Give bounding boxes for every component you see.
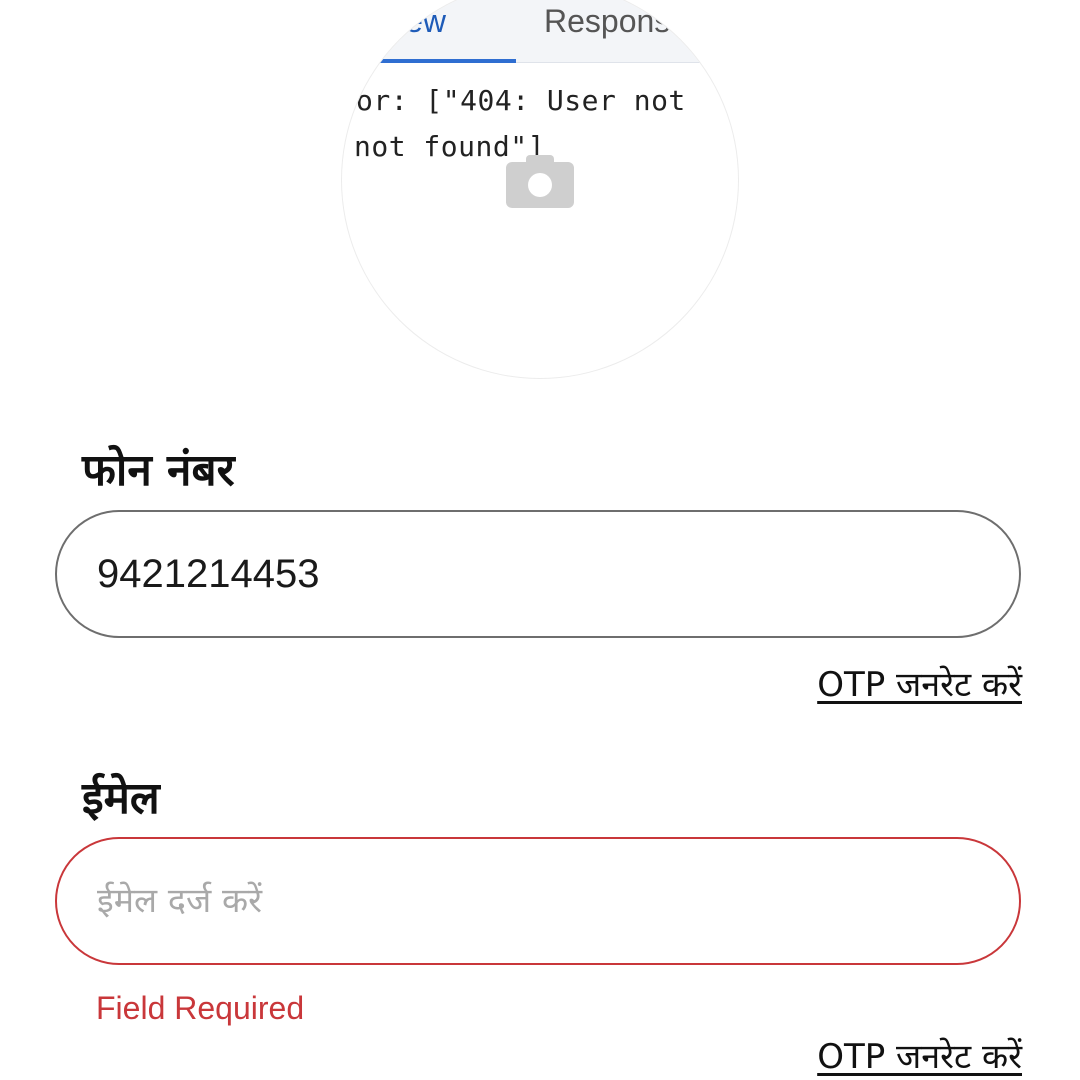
email-label: ईमेल <box>82 773 160 824</box>
email-error-message: Field Required <box>96 990 305 1026</box>
screenshot-code-line: or: ["404: User not <box>356 84 686 117</box>
profile-photo[interactable]: view Respons or: ["404: User not not fou… <box>342 0 738 378</box>
screenshot-tab-indicator <box>376 59 516 63</box>
profile-form-screen: view Respons or: ["404: User not not fou… <box>0 0 1080 1080</box>
generate-otp-email-link[interactable]: OTP जनरेट करें <box>817 1032 1022 1078</box>
phone-input[interactable] <box>97 512 977 636</box>
screenshot-code-line: not found"] <box>354 130 545 163</box>
screenshot-tab-response: Respons <box>544 3 671 39</box>
camera-icon[interactable] <box>506 155 574 208</box>
screenshot-tab-preview: view <box>382 3 447 39</box>
phone-label: फोन नंबर <box>82 445 235 496</box>
phone-field[interactable] <box>55 510 1021 638</box>
email-field[interactable] <box>55 837 1021 965</box>
email-input[interactable] <box>97 839 977 963</box>
generate-otp-phone-link[interactable]: OTP जनरेट करें <box>817 660 1022 706</box>
